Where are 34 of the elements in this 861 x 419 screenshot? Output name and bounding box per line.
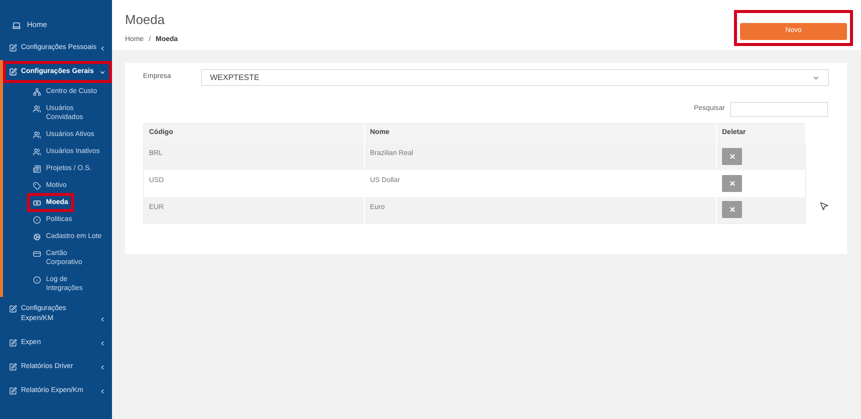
close-icon — [728, 152, 736, 160]
chevron-left-icon — [99, 340, 106, 347]
edit-icon — [9, 305, 17, 313]
delete-button[interactable] — [722, 148, 742, 164]
mouse-cursor-icon — [819, 201, 829, 211]
delete-button[interactable] — [722, 201, 742, 218]
chevron-left-icon — [99, 45, 106, 52]
close-icon — [728, 206, 736, 214]
tag-icon — [33, 182, 41, 190]
newspaper-icon — [33, 165, 41, 173]
sitemap-icon — [33, 88, 41, 96]
delete-button[interactable] — [722, 174, 742, 192]
users-icon — [33, 105, 41, 113]
users-icon — [33, 148, 41, 156]
gear-icon — [33, 233, 41, 241]
chevron-left-icon — [99, 364, 106, 371]
page-title: Moeda — [125, 11, 166, 29]
edit-icon — [9, 68, 17, 76]
users-icon — [33, 131, 41, 139]
edit-icon — [9, 44, 17, 52]
search-field[interactable] — [730, 102, 828, 117]
info-icon — [33, 276, 41, 284]
laptop-icon — [12, 20, 21, 30]
chevron-left-icon — [99, 388, 106, 395]
close-icon — [728, 180, 736, 186]
chevron-down-icon — [99, 69, 106, 76]
company-select[interactable]: WEXPTESTE — [201, 69, 829, 86]
edit-icon — [9, 363, 17, 371]
circle-icon — [33, 216, 41, 224]
banknote-icon — [33, 199, 41, 207]
edit-icon — [9, 387, 17, 395]
chevron-left-icon — [99, 316, 106, 323]
card-icon — [33, 250, 41, 258]
edit-icon — [9, 339, 17, 347]
